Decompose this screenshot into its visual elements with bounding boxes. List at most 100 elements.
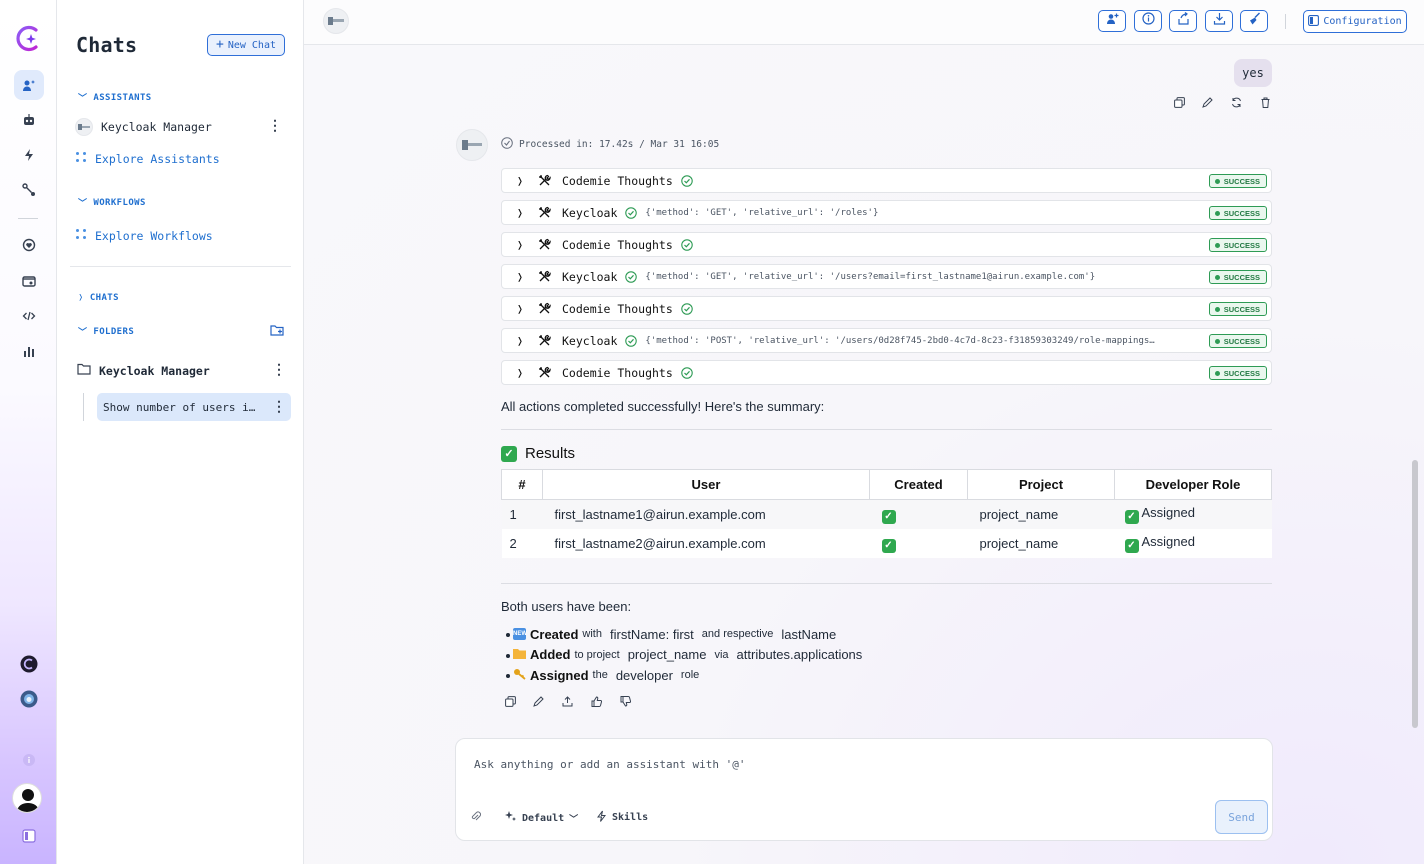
chat-item-selected[interactable]: Show number of users i… bbox=[97, 393, 291, 421]
processed-time: Processed in: 17.42s / Mar 31 16:05 bbox=[501, 137, 719, 152]
user-avatar[interactable] bbox=[12, 783, 42, 813]
workflow-icon[interactable] bbox=[14, 175, 44, 205]
tool-call-row[interactable]: ❭ Codemie Thoughts SUCCESS bbox=[501, 360, 1272, 385]
results-heading-label: Results bbox=[525, 445, 576, 462]
top-bar: Configuration bbox=[304, 0, 1424, 45]
check-circle-icon bbox=[625, 334, 638, 347]
workflows-section-header[interactable]: ﹀ WORKFLOWS bbox=[78, 196, 146, 210]
status-dot-icon bbox=[1214, 306, 1220, 312]
assistant-item-keycloak[interactable]: Keycloak Manager bbox=[75, 118, 212, 136]
app-logo[interactable] bbox=[14, 24, 43, 53]
tool-name: Codemie Thoughts bbox=[562, 237, 673, 252]
tool-call-row[interactable]: ❭ Keycloak {'method': 'POST', 'relative_ur… bbox=[501, 328, 1272, 353]
folders-section-header[interactable]: ﹀ FOLDERS bbox=[78, 325, 134, 339]
lightning-icon[interactable] bbox=[14, 140, 44, 170]
chat-item-menu-icon[interactable]: ⋮ bbox=[272, 398, 286, 415]
folder-menu-icon[interactable]: ⋮ bbox=[272, 361, 286, 378]
results-heading: ✓ Results bbox=[501, 445, 575, 462]
status-label: SUCCESS bbox=[1223, 208, 1260, 218]
edit-icon[interactable] bbox=[1200, 95, 1214, 109]
share-icon[interactable] bbox=[560, 694, 574, 708]
inline-code: developer bbox=[615, 667, 673, 683]
grid-sparkle-icon bbox=[75, 228, 87, 243]
assistants-section-header[interactable]: ﹀ ASSISTANTS bbox=[78, 91, 152, 105]
message-input[interactable]: Ask anything or add an assistant with '@… bbox=[474, 758, 746, 771]
topbar-divider bbox=[1285, 14, 1286, 29]
role-value: Assigned bbox=[1141, 533, 1195, 549]
tool-name: Keycloak bbox=[562, 333, 618, 348]
summary-intro: All actions completed successfully! Here… bbox=[501, 399, 825, 414]
table-cell: project_name bbox=[967, 528, 1115, 558]
info-icon[interactable] bbox=[14, 745, 44, 775]
explore-assistants-link[interactable]: Explore Assistants bbox=[75, 151, 220, 166]
regenerate-icon[interactable] bbox=[1229, 95, 1243, 109]
role-value: Assigned bbox=[1141, 504, 1195, 520]
scrollbar-thumb[interactable] bbox=[1412, 460, 1418, 728]
panel-icon bbox=[1308, 14, 1320, 29]
tool-call-row[interactable]: ❭ Codemie Thoughts SUCCESS bbox=[501, 232, 1272, 257]
shield-heart-icon[interactable] bbox=[14, 230, 44, 260]
chevron-down-icon: ﹀ bbox=[78, 199, 88, 209]
configuration-button[interactable]: Configuration bbox=[1303, 10, 1407, 33]
tool-call-row[interactable]: ❭ Keycloak {'method': 'GET', 'relative_url… bbox=[501, 200, 1272, 225]
copy-icon[interactable] bbox=[503, 694, 517, 708]
chevron-right-icon: ❭ bbox=[78, 293, 84, 303]
bot-icon[interactable] bbox=[14, 105, 44, 135]
assistants-nav-icon[interactable] bbox=[14, 70, 44, 100]
tool-name: Codemie Thoughts bbox=[562, 173, 673, 188]
code-icon[interactable] bbox=[14, 301, 44, 331]
export-button[interactable] bbox=[1205, 10, 1233, 32]
share-button[interactable] bbox=[1169, 10, 1197, 32]
assistant-avatar[interactable] bbox=[323, 8, 349, 34]
bullet-bold: Assigned bbox=[530, 667, 589, 683]
table-cell: ✓ bbox=[869, 528, 968, 558]
model-selector[interactable]: Default ﹀ bbox=[504, 810, 578, 826]
share-icon bbox=[1177, 12, 1190, 30]
explore-workflows-link[interactable]: Explore Workflows bbox=[75, 228, 213, 243]
tool-call-row[interactable]: ❭ Codemie Thoughts SUCCESS bbox=[501, 168, 1272, 193]
send-button[interactable]: Send bbox=[1215, 800, 1268, 834]
tool-name: Keycloak bbox=[562, 205, 618, 220]
data-sources-icon[interactable] bbox=[14, 266, 44, 296]
thumbs-down-icon[interactable] bbox=[618, 694, 632, 708]
clear-chat-button[interactable] bbox=[1240, 10, 1268, 32]
status-label: SUCCESS bbox=[1223, 336, 1260, 346]
summary-bullets: NEW Created with firstName: first and re… bbox=[501, 624, 866, 686]
status-badge: SUCCESS bbox=[1208, 334, 1267, 348]
analytics-icon[interactable] bbox=[14, 336, 44, 366]
folder-item[interactable]: Keycloak Manager bbox=[77, 363, 210, 378]
model-label: Default bbox=[522, 812, 565, 824]
table-cell: project_name bbox=[967, 499, 1115, 529]
check-circle-icon bbox=[681, 302, 693, 315]
attach-button[interactable] bbox=[470, 810, 481, 825]
status-badge: SUCCESS bbox=[1208, 302, 1267, 316]
assistants-button[interactable] bbox=[1098, 10, 1126, 32]
tool-call-row[interactable]: ❭ Codemie Thoughts SUCCESS bbox=[501, 296, 1272, 321]
plus-icon: + bbox=[216, 37, 224, 52]
folder-icon bbox=[77, 363, 91, 378]
codemie-icon[interactable] bbox=[14, 649, 44, 679]
add-folder-icon[interactable] bbox=[270, 324, 285, 342]
skills-button[interactable]: Skills bbox=[596, 810, 648, 825]
lion-icon[interactable] bbox=[14, 684, 44, 714]
info-button[interactable] bbox=[1134, 10, 1162, 32]
edit-icon[interactable] bbox=[531, 694, 545, 708]
tools-icon bbox=[538, 174, 558, 187]
delete-icon[interactable] bbox=[1258, 95, 1272, 109]
sidebar-title: Chats bbox=[76, 33, 138, 57]
status-dot-icon bbox=[1214, 242, 1220, 248]
thumbs-up-icon[interactable] bbox=[589, 694, 603, 708]
assistant-menu-icon[interactable]: ⋮ bbox=[268, 117, 282, 134]
paperclip-icon bbox=[470, 810, 481, 825]
table-cell: first_lastname2@airun.example.com bbox=[542, 528, 870, 558]
copy-icon[interactable] bbox=[1172, 95, 1186, 109]
results-table: # User Created Project Developer Role 1 … bbox=[501, 469, 1272, 558]
new-chat-button[interactable]: + New Chat bbox=[207, 34, 285, 56]
tool-call-row[interactable]: ❭ Keycloak {'method': 'GET', 'relative_url… bbox=[501, 264, 1272, 289]
sidebar-toggle-icon[interactable] bbox=[14, 821, 44, 851]
chats-section-header[interactable]: ❭ CHATS bbox=[78, 293, 119, 303]
table-cell: 2 bbox=[501, 528, 543, 558]
assistant-item-label: Keycloak Manager bbox=[101, 120, 212, 134]
status-label: SUCCESS bbox=[1223, 304, 1260, 314]
check-circle-icon bbox=[681, 174, 693, 187]
